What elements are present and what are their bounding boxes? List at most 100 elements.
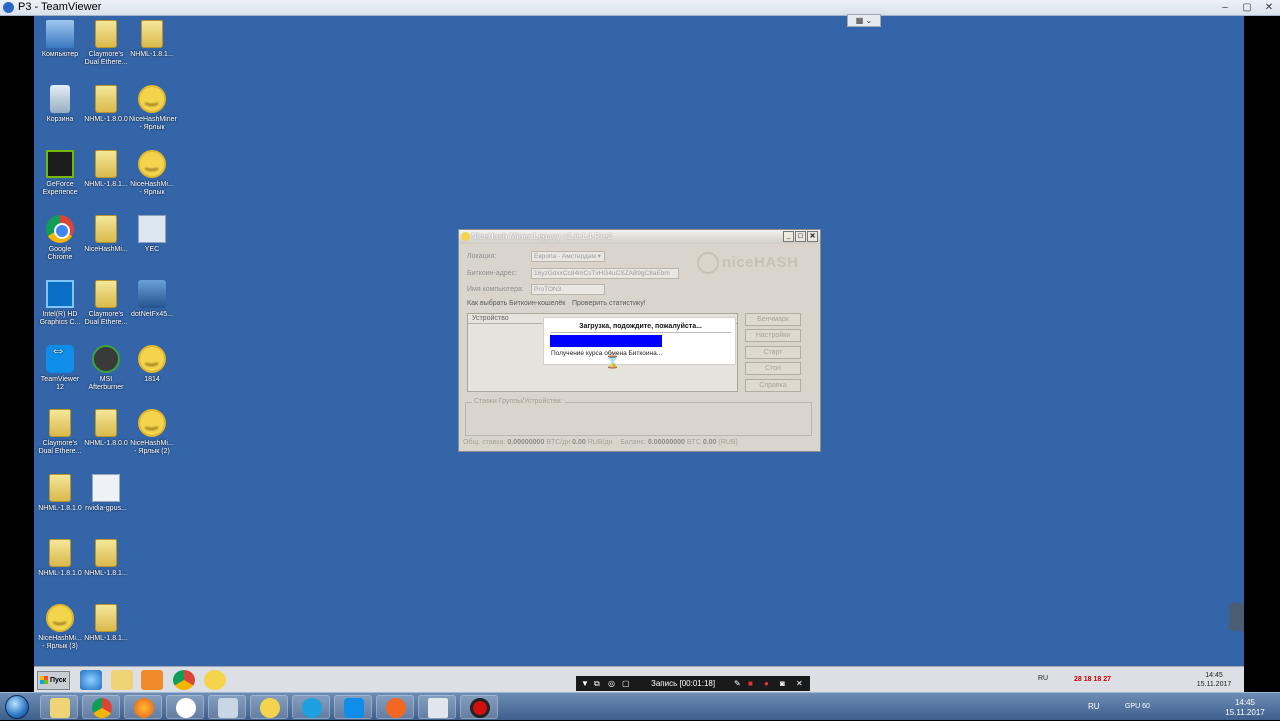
link-choose-wallet[interactable]: Как выбрать Биткоин-кошелёк [467, 300, 565, 307]
folder-icon [49, 409, 71, 437]
start-button[interactable]: Старт [745, 346, 801, 359]
desktop-icon-nicehash-shortcut-4[interactable]: NiceHashMi... - Ярлык (3) [37, 604, 83, 651]
desktop-icon-nhml-4[interactable]: NHML-1.8.1... [83, 604, 129, 643]
intel-icon [46, 280, 74, 308]
taskbar-nicehash[interactable] [250, 695, 288, 719]
nicehash-icon[interactable] [204, 670, 226, 690]
location-label: Локация: [467, 253, 497, 260]
desktop-icon-nhml-1[interactable]: NHML-1.8.1... [129, 20, 175, 59]
stop-record-icon[interactable]: ■ [748, 676, 753, 691]
camera-icon[interactable]: ◎ [608, 676, 615, 691]
icon-label: MSI Afterburner [88, 376, 124, 391]
btc-address-input[interactable]: 16yzGdxxCc84mCsTvHG4uCSZAB9gC8aEbm [531, 268, 679, 279]
taskbar-recorder[interactable] [460, 695, 498, 719]
icon-label: NHML-1.8.1.0 [38, 505, 82, 512]
nh-minimize-button[interactable]: _ [783, 231, 794, 242]
remote-clock[interactable]: 14:45 15.11.2017 [1189, 671, 1239, 689]
desktop-icon-nhml-2[interactable]: NHML-1.8.1... [83, 150, 129, 189]
dropdown-icon[interactable]: ▼ [581, 676, 589, 691]
minimize-button[interactable]: – [1214, 0, 1236, 16]
desktop-icon-nicehash-shortcut-3[interactable]: NiceHashMi... - Ярлык (2) [129, 409, 175, 456]
desktop-icon-claymore-1[interactable]: Claymore's Dual Ethere... [83, 20, 129, 67]
desktop-icon-computer[interactable]: Компьютер [37, 20, 83, 59]
windows-start-orb-icon[interactable] [5, 695, 29, 719]
media-player-icon[interactable] [141, 670, 163, 690]
record-icon[interactable]: ● [764, 676, 769, 691]
region-icon[interactable]: ▢ [622, 676, 630, 691]
ie-icon[interactable] [80, 670, 102, 690]
recording-bar: ▼ ⧉ ◎ ▢ Запись [00:01:18] ✎ ■ ● ◙ ✕ [576, 676, 810, 691]
nh-maximize-button[interactable]: □ [795, 231, 806, 242]
taskbar-firefox[interactable] [124, 695, 162, 719]
nicehash-icon [260, 698, 280, 718]
start-button-remote[interactable]: Пуск [37, 671, 70, 690]
nh-close-button[interactable]: ✕ [807, 231, 818, 242]
icon-label: NHML-1.8.1... [130, 51, 174, 58]
desktop-icon-geforce[interactable]: GeForce Experience [37, 150, 83, 197]
stop-button[interactable]: Стоп [745, 362, 801, 375]
desktop-icon-nhml-1800[interactable]: NHML-1.8.0.0 [83, 85, 129, 124]
desktop-icon-nhml-1810-2[interactable]: NHML-1.8.1.0 [37, 539, 83, 578]
teamviewer-icon [344, 698, 364, 718]
group-rates-label: Ставки Группы/Устройства: [472, 398, 565, 405]
desktop-icon-nhml-1810[interactable]: NHML-1.8.1.0 [37, 474, 83, 513]
taskbar-monero[interactable] [376, 695, 414, 719]
desktop-icon-chrome[interactable]: Google Chrome [37, 215, 83, 262]
pc-name-label: Имя компьютера: [467, 286, 524, 293]
close-button[interactable]: ✕ [1258, 0, 1280, 16]
taskbar-chrome[interactable] [82, 695, 120, 719]
taskbar-teamviewer[interactable] [334, 695, 372, 719]
desktop-icon-nicehash-shortcut-2[interactable]: NiceHashMi... - Ярлык [129, 150, 175, 197]
desktop-icon-yec[interactable]: YEC [129, 215, 175, 254]
tray-temperatures: 28 18 18 27 [1074, 676, 1111, 683]
icon-label: NiceHashMi... - Ярлык (3) [38, 635, 82, 650]
desktop-icon-1814[interactable]: 1814 [129, 345, 175, 384]
desktop-icon-intel[interactable]: Intel(R) HD Graphics C... [37, 280, 83, 327]
maximize-button[interactable]: ▢ [1236, 0, 1258, 16]
close-recording-icon[interactable]: ✕ [796, 676, 803, 691]
taskbar-yandex[interactable] [166, 695, 204, 719]
desktop-icon-teamviewer[interactable]: TeamViewer 12 [37, 345, 83, 392]
icon-label: Корзина [46, 116, 74, 123]
taskbar-explorer[interactable] [40, 695, 78, 719]
help-button[interactable]: Справка [745, 379, 801, 392]
link-check-stats[interactable]: Проверить статистику! [572, 300, 646, 307]
desktop-icon-nicehash-shortcut[interactable]: NiceHashMiner - Ярлык [129, 85, 177, 132]
desktop-icon-nicehash-folder[interactable]: NiceHashMi... [83, 215, 129, 254]
desktop-icon-claymore-2[interactable]: Claymore's Dual Ethere... [83, 280, 129, 327]
settings-button[interactable]: Настройки [745, 329, 801, 342]
icon-label: NiceHashMiner - Ярлык [129, 116, 177, 131]
pc-name-input[interactable]: ProTON3 [531, 284, 605, 295]
nicehash-icon [461, 232, 470, 241]
teamviewer-side-panel-handle[interactable] [1229, 603, 1244, 631]
benchmark-button[interactable]: Бенчмарк [745, 313, 801, 326]
explorer-icon[interactable] [111, 670, 133, 690]
desktop-icon-claymore-3[interactable]: Claymore's Dual Ethere... [37, 409, 83, 456]
host-language-indicator[interactable]: RU [1088, 702, 1100, 711]
taskbar-app[interactable] [208, 695, 246, 719]
icon-label: NHML-1.8.0.0 [84, 440, 128, 447]
pen-icon[interactable]: ✎ [734, 676, 741, 691]
loading-heading: Загрузка, подождите, пожалуйста... [579, 323, 702, 330]
teamviewer-toolbar-toggle[interactable]: ▦ ⌄ [847, 14, 881, 27]
location-select[interactable]: Европа - Амстердам ▾ [531, 251, 605, 262]
folder-icon [95, 20, 117, 48]
chrome-icon[interactable] [173, 670, 195, 690]
screenshot-icon[interactable]: ◙ [780, 676, 785, 691]
nicehash-logo: niceHASH [697, 252, 799, 274]
taskbar-skype[interactable] [292, 695, 330, 719]
host-clock[interactable]: 14:45 15.11.2017 [1220, 698, 1270, 718]
icon-label: Intel(R) HD Graphics C... [39, 311, 81, 326]
desktop-icon-nhml-3[interactable]: NHML-1.8.1... [83, 539, 129, 578]
icon-label: Компьютер [41, 51, 79, 58]
group-rates-box: Ставки Группы/Устройства: [465, 398, 812, 436]
desktop-icon-msi[interactable]: MSI Afterburner [83, 345, 129, 392]
taskbar-window[interactable] [418, 695, 456, 719]
screens-icon[interactable]: ⧉ [594, 676, 600, 691]
language-indicator[interactable]: RU [1038, 675, 1048, 682]
desktop-icon-nhml-1800-2[interactable]: NHML-1.8.0.0 [83, 409, 129, 448]
desktop-icon-nvidia-gpus[interactable]: nvidia-gpus... [83, 474, 129, 513]
desktop-icon-dotnet[interactable]: dotNetFx45... [129, 280, 175, 319]
icon-label: 1814 [144, 376, 160, 383]
desktop-icon-recycle-bin[interactable]: Корзина [37, 85, 83, 124]
